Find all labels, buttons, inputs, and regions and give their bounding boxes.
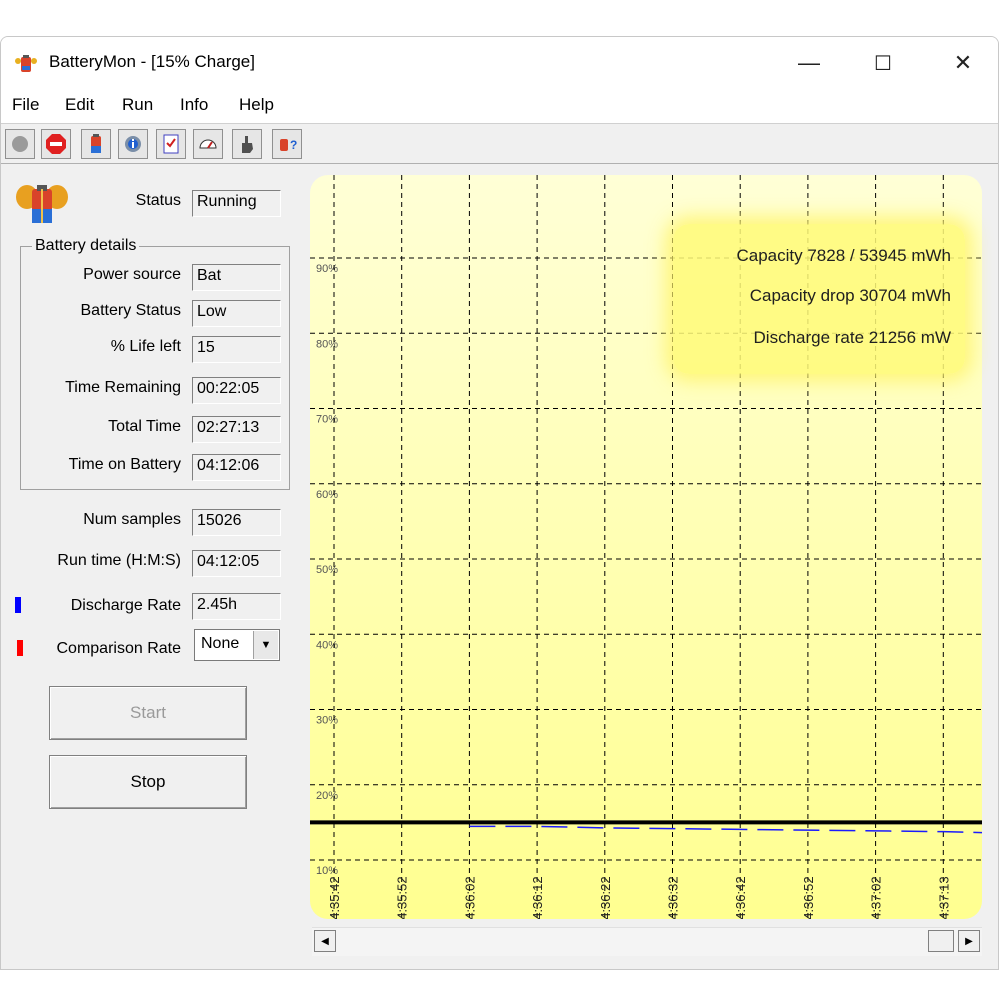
chevron-down-icon[interactable]: ▼ [253, 631, 278, 659]
checklist-button[interactable] [156, 129, 186, 159]
y-tick-label: 30% [316, 715, 338, 727]
status-label: Status [135, 192, 181, 209]
x-tick-label: 14:36:42 [733, 876, 748, 919]
num-samples-label: Num samples [83, 511, 181, 528]
scroll-left-button[interactable]: ◀ [314, 930, 336, 952]
close-button[interactable]: ✕ [937, 37, 989, 89]
battery-man-logo [16, 185, 68, 223]
y-tick-label: 50% [316, 564, 338, 576]
discharge-rate-label: Discharge Rate [70, 597, 181, 614]
capacity-text: Capacity 7828 / 53945 mWh [736, 246, 951, 265]
y-tick-label: 10% [316, 865, 338, 877]
menu-bar: File Edit Run Info Help [1, 89, 998, 124]
scroll-right-button[interactable]: ▶ [958, 930, 980, 952]
horizontal-scrollbar[interactable]: ◀ ▶ [312, 927, 982, 956]
gauge-button[interactable] [193, 129, 223, 159]
x-tick-label: 14:35:42 [327, 876, 342, 919]
time-on-battery-label: Time on Battery [68, 456, 181, 473]
power-source-field: Bat [192, 264, 281, 291]
battery-status-field: Low [192, 300, 281, 327]
checklist-icon [163, 134, 179, 154]
y-tick-label: 90% [316, 263, 338, 275]
svg-text:?: ? [290, 138, 297, 152]
stop-sign-icon [46, 134, 66, 154]
total-time-field: 02:27:13 [192, 416, 281, 443]
comparison-rate-label: Comparison Rate [56, 640, 182, 657]
x-tick-label: 14:36:22 [598, 876, 613, 919]
minimize-button[interactable]: — [783, 37, 835, 89]
run-time-field: 04:12:05 [192, 550, 281, 577]
total-time-label: Total Time [108, 418, 181, 435]
capacity-overlay: Capacity 7828 / 53945 mWh Capacity drop … [673, 224, 965, 374]
time-on-battery-field: 04:12:06 [192, 454, 281, 481]
title-bar[interactable]: BatteryMon - [15% Charge] — ☐ ✕ [1, 37, 998, 89]
toolbar: ? [1, 125, 998, 164]
y-tick-label: 80% [316, 338, 338, 350]
x-tick-label: 14:36:02 [462, 876, 477, 919]
menu-edit[interactable]: Edit [65, 95, 94, 115]
battery-button[interactable] [81, 129, 111, 159]
status-field: Running [192, 190, 281, 217]
hand-button[interactable] [232, 129, 262, 159]
record-button[interactable] [5, 129, 35, 159]
num-samples-field: 15026 [192, 509, 281, 536]
window-title: BatteryMon - [15% Charge] [49, 52, 255, 71]
scroll-thumb[interactable] [928, 930, 954, 952]
gauge-icon [199, 139, 217, 149]
help-man-button[interactable]: ? [272, 129, 302, 159]
comparison-rate-value: None [201, 635, 240, 652]
comparison-rate-swatch [17, 640, 23, 656]
menu-info[interactable]: Info [180, 95, 208, 115]
life-left-field: 15 [192, 336, 281, 363]
capacity-drop-text: Capacity drop 30704 mWh [749, 286, 951, 305]
x-tick-label: 14:37:13 [936, 876, 951, 919]
battery-man-icon [15, 55, 37, 72]
time-remaining-field: 00:22:05 [192, 377, 281, 404]
maximize-button[interactable]: ☐ [857, 37, 909, 89]
y-tick-label: 70% [316, 414, 338, 426]
info-gear-button[interactable] [118, 129, 148, 159]
info-gear-icon [125, 136, 141, 152]
discharge-rate-text: Discharge rate 21256 mW [753, 328, 951, 347]
help-man-icon: ? [280, 138, 297, 152]
x-tick-label: 14:36:12 [530, 876, 545, 919]
time-remaining-label: Time Remaining [65, 379, 181, 396]
menu-file[interactable]: File [12, 95, 39, 115]
menu-run[interactable]: Run [122, 95, 153, 115]
stop-sign-button[interactable] [41, 129, 71, 159]
x-tick-label: 14:36:52 [801, 876, 816, 919]
y-tick-label: 20% [316, 790, 338, 802]
y-tick-label: 40% [316, 639, 338, 651]
hand-icon [242, 136, 253, 153]
run-time-label: Run time (H:M:S) [57, 552, 181, 569]
x-tick-label: 14:37:02 [869, 876, 884, 919]
battery-details-title: Battery details [32, 237, 140, 255]
record-icon [12, 136, 28, 152]
y-tick-label: 60% [316, 489, 338, 501]
power-source-label: Power source [83, 266, 181, 283]
stop-button[interactable]: Stop [49, 755, 247, 809]
life-left-label: % Life left [110, 338, 181, 355]
battery-icon [91, 134, 101, 153]
battery-status-label: Battery Status [80, 302, 182, 319]
x-tick-label: 14:36:32 [666, 876, 681, 919]
comparison-rate-select[interactable]: None ▼ [194, 629, 280, 661]
start-button[interactable]: Start [49, 686, 247, 740]
x-tick-label: 14:35:52 [395, 876, 410, 919]
discharge-rate-swatch [15, 597, 21, 613]
battery-mon-window: BatteryMon - [15% Charge] — ☐ ✕ File Edi… [0, 36, 999, 970]
menu-help[interactable]: Help [239, 95, 274, 115]
discharge-rate-field: 2.45h [192, 593, 281, 620]
